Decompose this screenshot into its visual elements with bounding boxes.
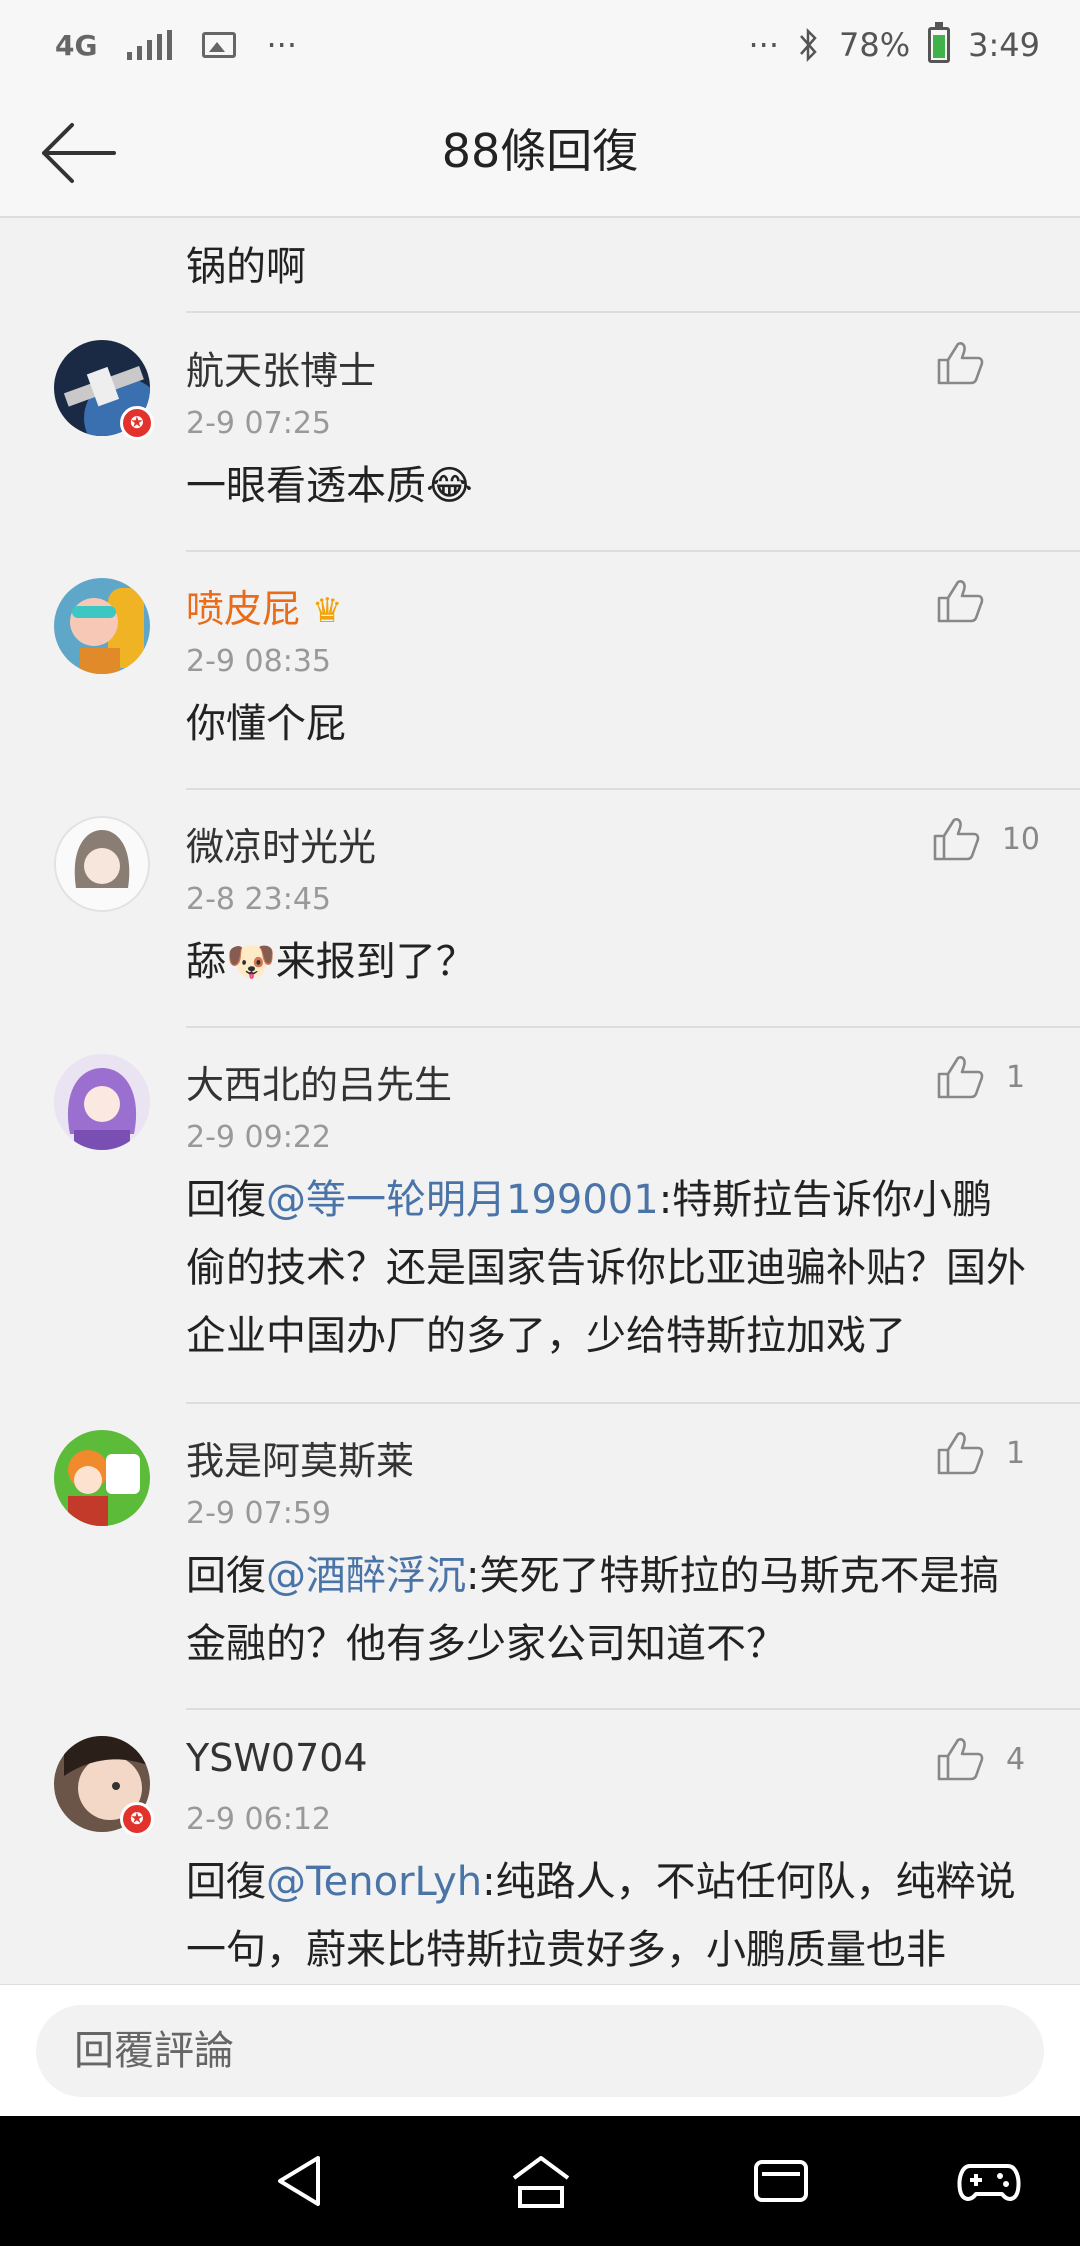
like-button[interactable]: 4 [936, 1736, 1040, 1782]
comment-item[interactable]: 我是阿莫斯莱 2-9 07:59 回復@酒醉浮沉:笑死了特斯拉的马斯克不是搞金融… [0, 1404, 1080, 1710]
reply-prefix: 回復 [186, 1177, 266, 1223]
mention-link[interactable]: @酒醉浮沉 [266, 1553, 466, 1599]
reply-prefix: 回復 [186, 1859, 266, 1905]
like-count: 10 [1001, 821, 1040, 857]
like-count: 1 [1006, 1059, 1026, 1095]
bluetooth-icon [800, 27, 817, 63]
comment-item[interactable]: 大西北的吕先生 2-9 09:22 回復@等一轮明月199001:特斯拉告诉你小… [0, 1028, 1080, 1404]
nav-recents-button[interactable] [748, 2148, 814, 2214]
mention-link[interactable]: @TenorLyh [266, 1859, 482, 1905]
thumbs-up-icon [937, 1738, 984, 1781]
reply-input[interactable] [36, 2005, 1044, 2097]
comment-time: 2-9 08:35 [186, 644, 331, 679]
like-button[interactable] [936, 340, 1040, 386]
clock: 3:49 [968, 26, 1040, 64]
comment-time: 2-9 07:59 [186, 1496, 331, 1531]
like-count: 4 [1006, 1741, 1026, 1777]
vip-crown-icon: ♛ [312, 591, 343, 631]
home-icon [512, 2156, 570, 2208]
reply-prefix: 回復 [186, 1553, 266, 1599]
battery-icon [928, 22, 951, 63]
like-button[interactable]: 1 [936, 1430, 1040, 1476]
comment-item[interactable]: ✪ YSW0704 2-9 06:12 回復@TenorLyh:纯路人，不站任何… [0, 1710, 1080, 1984]
divider [186, 311, 1080, 313]
recents-icon [754, 2160, 808, 2202]
signal-icon [127, 30, 173, 60]
comment-text: 你懂个屁 [186, 701, 346, 747]
partial-comment-text: 锅的啊 [186, 244, 306, 290]
comment-author[interactable]: YSW0704 [186, 1736, 368, 1780]
nav-home-button[interactable] [508, 2148, 574, 2214]
comment-text: 舔🐶来报到了？ [186, 939, 476, 985]
like-button[interactable] [936, 578, 1040, 624]
comment-item[interactable]: 微凉时光光 2-8 23:45 舔🐶来报到了？ 10 [0, 790, 1080, 1028]
verified-badge-icon: ✪ [120, 1802, 154, 1836]
avatar[interactable] [54, 1054, 150, 1150]
comment-time: 2-9 09:22 [186, 1120, 331, 1155]
nav-back-button[interactable] [268, 2148, 334, 2214]
comment-author[interactable]: 大西北的吕先生 [186, 1054, 452, 1109]
mention-link[interactable]: @等一轮明月199001 [266, 1177, 659, 1223]
thumbs-up-icon [937, 1432, 984, 1475]
comment-author[interactable]: 微凉时光光 [186, 816, 376, 871]
comment-time: 2-9 06:12 [186, 1802, 331, 1837]
comment-time: 2-9 07:25 [186, 406, 331, 441]
avatar[interactable] [54, 578, 150, 674]
thumbs-up-icon [937, 1056, 984, 1099]
verified-badge-icon: ✪ [120, 406, 154, 440]
thumbs-up-icon [937, 580, 984, 623]
comment-author[interactable]: 航天张博士 [186, 340, 376, 395]
comment-time: 2-8 23:45 [186, 882, 331, 917]
comment-item[interactable]: 喷皮屁 ♛ 2-9 08:35 你懂个屁 [0, 552, 1080, 790]
thumbs-up-icon [937, 342, 984, 385]
thumbs-up-icon [933, 818, 980, 861]
comment-list[interactable]: 锅的啊 ✪ 航天张博士 2-9 07:25 一眼看透本质😂 喷皮屁 ♛ 2-9 … [0, 218, 1080, 1984]
more-notifications-icon: ··· [266, 26, 297, 64]
like-button[interactable]: 10 [932, 816, 1040, 862]
battery-percent: 78% [839, 26, 911, 64]
app-header: 88條回復 [0, 90, 1080, 218]
reply-bar [0, 1984, 1080, 2117]
avatar[interactable] [54, 1430, 150, 1526]
comment-text: 一眼看透本质😂 [186, 463, 473, 509]
network-type: 4G [55, 28, 98, 62]
nav-game-button[interactable] [956, 2148, 1022, 2214]
avatar[interactable] [54, 816, 150, 912]
like-button[interactable]: 1 [936, 1054, 1040, 1100]
more-status-icon: ··· [748, 26, 780, 64]
comment-text: 回復@酒醉浮沉:笑死了特斯拉的马斯克不是搞金融的？他有多少家公司知道不？ [186, 1542, 1032, 1678]
comment-text: 回復@等一轮明月199001:特斯拉告诉你小鹏偷的技术？还是国家告诉你比亚迪骗补… [186, 1166, 1032, 1370]
system-nav-bar [0, 2116, 1080, 2246]
back-triangle-icon [278, 2156, 320, 2206]
status-bar: 4G ··· ··· 78% 3:49 [0, 0, 1080, 90]
gamepad-icon [957, 2164, 1021, 2201]
comment-author[interactable]: 我是阿莫斯莱 [186, 1430, 414, 1485]
page-title: 88條回復 [441, 124, 639, 178]
comment-author[interactable]: 喷皮屁 ♛ [186, 578, 343, 633]
image-notification-icon [202, 32, 237, 58]
like-count: 1 [1006, 1435, 1026, 1471]
comment-text: 回復@TenorLyh:纯路人，不站任何队，纯粹说一句，蔚来比特斯拉贵好多，小鹏… [186, 1848, 1032, 1984]
comment-item[interactable]: ✪ 航天张博士 2-9 07:25 一眼看透本质😂 [0, 314, 1080, 552]
